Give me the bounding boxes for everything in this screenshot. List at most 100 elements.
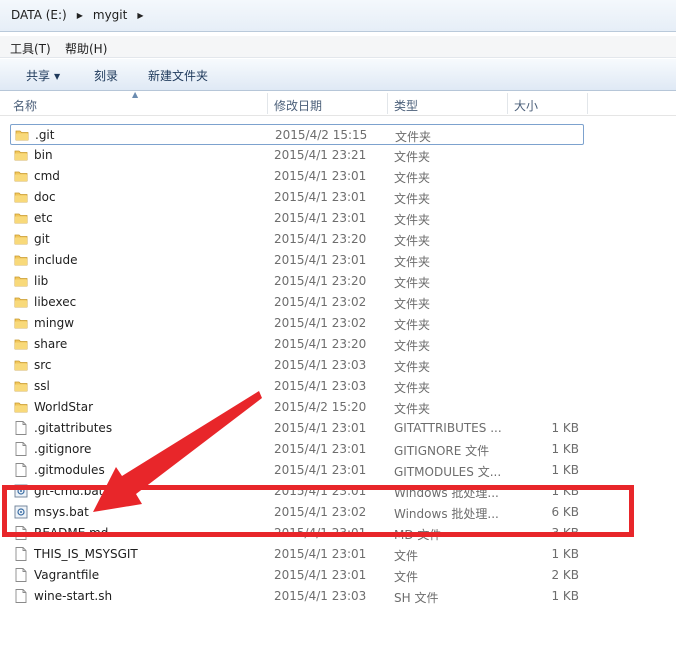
annotation-highlight-box — [2, 485, 634, 537]
file-date: 2015/4/2 15:20 — [274, 400, 367, 414]
file-type: 文件夹 — [394, 381, 431, 395]
breadcrumb-folder[interactable]: mygit — [91, 8, 129, 22]
file-type: GITATTRIBUTES ... — [394, 421, 502, 435]
folder-icon — [14, 358, 28, 372]
file-row[interactable]: lib 2015/4/1 23:20 文件夹 — [10, 271, 584, 292]
file-date: 2015/4/1 23:01 — [274, 190, 367, 204]
file-row[interactable]: ssl 2015/4/1 23:03 文件夹 — [10, 376, 584, 397]
file-row[interactable]: bin 2015/4/1 23:21 文件夹 — [10, 145, 584, 166]
command-bar: 共享 ▼ 刻录 新建文件夹 — [0, 59, 676, 91]
file-date: 2015/4/1 23:20 — [274, 274, 367, 288]
file-name: .gitignore — [34, 442, 92, 456]
file-icon — [14, 442, 28, 456]
file-type: GITMODULES 文... — [394, 465, 502, 479]
menu-bar: 工具(T) 帮助(H) — [0, 36, 676, 58]
file-row[interactable]: etc 2015/4/1 23:01 文件夹 — [10, 208, 584, 229]
column-divider[interactable] — [267, 93, 268, 114]
chevron-right-icon[interactable]: ▶ — [137, 11, 143, 20]
file-type: 文件夹 — [394, 192, 431, 206]
column-divider[interactable] — [387, 93, 388, 114]
file-size: 1 KB — [551, 421, 579, 435]
file-size: 1 KB — [551, 589, 579, 603]
file-name: THIS_IS_MSYSGIT — [34, 547, 138, 561]
sort-ascending-icon: ▲ — [132, 90, 139, 99]
file-type: 文件夹 — [395, 130, 432, 144]
file-name: ssl — [34, 379, 50, 393]
file-row[interactable]: wine-start.sh 2015/4/1 23:03 SH 文件 1 KB — [10, 586, 584, 607]
file-row[interactable]: .gitattributes 2015/4/1 23:01 GITATTRIBUTE… — [10, 418, 584, 439]
column-name[interactable]: 名称 — [13, 97, 37, 114]
file-name: .gitmodules — [34, 463, 105, 477]
folder-icon — [14, 148, 28, 162]
new-folder-button[interactable]: 新建文件夹 — [148, 67, 208, 84]
share-button-label: 共享 — [26, 69, 51, 83]
folder-icon — [14, 190, 28, 204]
file-type: 文件夹 — [394, 318, 431, 332]
file-date: 2015/4/1 23:03 — [274, 379, 367, 393]
file-type: 文件夹 — [394, 255, 431, 269]
address-bar[interactable]: DATA (E:) ▶ mygit ▶ — [0, 0, 676, 32]
file-row[interactable]: libexec 2015/4/1 23:02 文件夹 — [10, 292, 584, 313]
folder-icon — [14, 169, 28, 183]
file-row[interactable]: Vagrantfile 2015/4/1 23:01 文件 2 KB — [10, 565, 584, 586]
column-divider[interactable] — [507, 93, 508, 114]
file-date: 2015/4/1 23:20 — [274, 337, 367, 351]
file-size: 1 KB — [551, 463, 579, 477]
column-size[interactable]: 大小 — [514, 97, 538, 114]
file-row[interactable]: share 2015/4/1 23:20 文件夹 — [10, 334, 584, 355]
file-date: 2015/4/1 23:01 — [274, 442, 367, 456]
column-divider[interactable] — [587, 93, 588, 114]
file-name: include — [34, 253, 78, 267]
file-name: etc — [34, 211, 53, 225]
burn-button[interactable]: 刻录 — [94, 67, 118, 84]
breadcrumb-drive[interactable]: DATA (E:) — [9, 8, 69, 22]
column-header-row: ▲ 名称 修改日期 类型 大小 — [0, 90, 676, 116]
file-row[interactable]: cmd 2015/4/1 23:01 文件夹 — [10, 166, 584, 187]
menu-tools[interactable]: 工具(T) — [10, 40, 51, 57]
file-row[interactable]: src 2015/4/1 23:03 文件夹 — [10, 355, 584, 376]
file-date: 2015/4/1 23:01 — [274, 211, 367, 225]
file-type: GITIGNORE 文件 — [394, 444, 490, 458]
file-row[interactable]: git 2015/4/1 23:20 文件夹 — [10, 229, 584, 250]
file-name: Vagrantfile — [34, 568, 100, 582]
file-name: git — [34, 232, 50, 246]
file-type: 文件夹 — [394, 150, 431, 164]
file-name: mingw — [34, 316, 75, 330]
file-type: SH 文件 — [394, 591, 439, 605]
share-button[interactable]: 共享 ▼ — [26, 67, 60, 84]
folder-icon — [14, 253, 28, 267]
file-row[interactable]: doc 2015/4/1 23:01 文件夹 — [10, 187, 584, 208]
file-name: WorldStar — [34, 400, 93, 414]
menu-help[interactable]: 帮助(H) — [65, 40, 107, 57]
file-type: 文件夹 — [394, 171, 431, 185]
file-type: 文件夹 — [394, 297, 431, 311]
file-row[interactable]: include 2015/4/1 23:01 文件夹 — [10, 250, 584, 271]
file-row[interactable]: WorldStar 2015/4/2 15:20 文件夹 — [10, 397, 584, 418]
column-type[interactable]: 类型 — [394, 97, 418, 114]
file-row[interactable]: .git 2015/4/2 15:15 文件夹 — [10, 124, 584, 145]
folder-icon — [14, 379, 28, 393]
file-row[interactable]: .gitmodules 2015/4/1 23:01 GITMODULES 文...… — [10, 460, 584, 481]
file-date: 2015/4/1 23:20 — [274, 232, 367, 246]
file-date: 2015/4/1 23:01 — [274, 169, 367, 183]
file-date: 2015/4/1 23:01 — [274, 463, 367, 477]
file-type: 文件 — [394, 570, 419, 584]
folder-icon — [14, 316, 28, 330]
folder-icon — [14, 232, 28, 246]
file-row[interactable]: THIS_IS_MSYSGIT 2015/4/1 23:01 文件 1 KB — [10, 544, 584, 565]
chevron-right-icon[interactable]: ▶ — [77, 11, 83, 20]
folder-icon — [14, 400, 28, 414]
column-date[interactable]: 修改日期 — [274, 97, 322, 114]
file-date: 2015/4/1 23:03 — [274, 589, 367, 603]
file-row[interactable]: .gitignore 2015/4/1 23:01 GITIGNORE 文件 1 KB — [10, 439, 584, 460]
file-row[interactable]: mingw 2015/4/1 23:02 文件夹 — [10, 313, 584, 334]
file-type: 文件夹 — [394, 234, 431, 248]
folder-icon — [14, 211, 28, 225]
file-name: share — [34, 337, 68, 351]
file-type: 文件夹 — [394, 360, 431, 374]
file-name: bin — [34, 148, 53, 162]
file-icon — [14, 463, 28, 477]
file-date: 2015/4/1 23:02 — [274, 295, 367, 309]
file-date: 2015/4/1 23:21 — [274, 148, 367, 162]
file-size: 1 KB — [551, 442, 579, 456]
